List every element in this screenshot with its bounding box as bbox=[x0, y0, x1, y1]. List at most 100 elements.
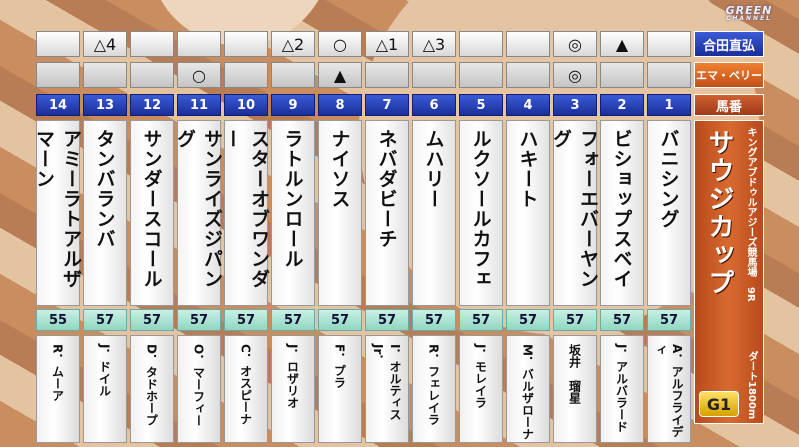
jockey-name: R．ムーア bbox=[36, 335, 80, 443]
carried-weight: 57 bbox=[412, 309, 456, 331]
post-number: 2 bbox=[600, 94, 644, 116]
jockey-name-text: J．アルバラード bbox=[614, 344, 629, 433]
horse-name-text: ムハリー bbox=[422, 129, 445, 209]
predictor-label-2: エマ・ベリー bbox=[694, 62, 764, 88]
jockey-name: C．オスピーナ bbox=[224, 335, 268, 443]
jockey-name: F．プラ bbox=[318, 335, 362, 443]
prediction-mark: △1 bbox=[365, 31, 409, 57]
horse-name-text: ルクソールカフェ bbox=[469, 129, 492, 289]
prediction-mark: △3 bbox=[412, 31, 456, 57]
prediction-mark bbox=[177, 31, 221, 57]
jockey-name-text: C．オスピーナ bbox=[238, 344, 253, 425]
horse-name: アミーラトアルザマーン bbox=[33, 120, 82, 306]
jockey-name: A．アルフライディ bbox=[647, 335, 691, 443]
prediction-mark bbox=[36, 31, 80, 57]
post-number: 3 bbox=[553, 94, 597, 116]
prediction-mark bbox=[130, 31, 174, 57]
prediction-mark bbox=[365, 62, 409, 88]
jockey-name-text: R．フェレイラ bbox=[426, 344, 441, 426]
prediction-mark bbox=[459, 31, 503, 57]
post-number: 10 bbox=[224, 94, 268, 116]
horse-name: ネバダビーチ bbox=[365, 120, 409, 306]
horse-name-text: サンダースコール bbox=[140, 129, 163, 289]
weight-row: 55 57 57 57 57 57 57 57 57 57 57 57 57 57 bbox=[36, 309, 694, 331]
channel-logo: GREEN CHANNEL bbox=[725, 4, 773, 22]
horse-name-text: タンバランバ bbox=[93, 129, 116, 249]
horse-name: スターオブワンダー bbox=[221, 120, 270, 306]
horse-name: フォーエバーヤング bbox=[550, 120, 599, 306]
horse-name: バニシング bbox=[647, 120, 691, 306]
jockey-name-text: M．バルザローナ bbox=[520, 344, 535, 440]
carried-weight: 57 bbox=[177, 309, 221, 331]
predictor-row-1: △4 △2 ○ △1 △3 ◎ ▲ bbox=[36, 31, 694, 57]
post-number: 12 bbox=[130, 94, 174, 116]
horse-name: サンダースコール bbox=[130, 120, 174, 306]
post-number: 7 bbox=[365, 94, 409, 116]
carried-weight: 57 bbox=[83, 309, 127, 331]
jockey-name: I．オルティスJr． bbox=[365, 335, 409, 443]
prediction-mark bbox=[412, 62, 456, 88]
carried-weight: 57 bbox=[600, 309, 644, 331]
horse-name: タンバランバ bbox=[83, 120, 127, 306]
horse-name-text: ネバダビーチ bbox=[375, 129, 398, 249]
jockey-name: J．アルバラード bbox=[600, 335, 644, 443]
prediction-mark bbox=[506, 31, 550, 57]
grade-badge: G1 bbox=[699, 391, 739, 417]
jockey-name: 坂井 瑠星 bbox=[553, 335, 597, 443]
carried-weight: 57 bbox=[553, 309, 597, 331]
jockey-name-text: I．オルティスJr． bbox=[371, 344, 402, 421]
prediction-mark bbox=[224, 31, 268, 57]
horse-name: ムハリー bbox=[412, 120, 456, 306]
prediction-mark bbox=[130, 62, 174, 88]
race-title: サウジカップ bbox=[704, 129, 734, 297]
carried-weight: 55 bbox=[36, 309, 80, 331]
jockey-name-text: J．ロザリオ bbox=[285, 344, 300, 409]
jockey-name: R．フェレイラ bbox=[412, 335, 456, 443]
jockey-row: R．ムーア J．ドイル D．タドホープ O．マーフィー C．オスピーナ J．ロザリオ F．プ… bbox=[36, 335, 694, 443]
horse-name-text: ラトルンロール bbox=[281, 129, 304, 269]
prediction-mark: ◎ bbox=[553, 31, 597, 57]
carried-weight: 57 bbox=[271, 309, 315, 331]
prediction-mark: ○ bbox=[318, 31, 362, 57]
post-number: 8 bbox=[318, 94, 362, 116]
horse-name-text: フォーエバーヤング bbox=[550, 129, 599, 289]
jockey-name-text: J．モレイラ bbox=[473, 344, 488, 409]
prediction-mark: ▲ bbox=[600, 31, 644, 57]
prediction-mark: △4 bbox=[83, 31, 127, 57]
race-info-panel: サウジカップ キングアブドゥルアジーズ競馬場 9R ダート1800m G1 bbox=[694, 120, 764, 424]
post-number-row: 14 13 12 11 10 9 8 7 6 5 4 3 2 1 bbox=[36, 94, 694, 116]
prediction-mark bbox=[647, 62, 691, 88]
prediction-mark bbox=[36, 62, 80, 88]
prediction-mark bbox=[224, 62, 268, 88]
prediction-mark: ○ bbox=[177, 62, 221, 88]
horse-name-row: アミーラトアルザマーン タンバランバ サンダースコール サンライズジパング スターオブワ… bbox=[33, 120, 694, 306]
jockey-name-text: 坂井 瑠星 bbox=[567, 344, 582, 404]
horse-name-text: ナイソス bbox=[328, 129, 351, 209]
jockey-name-text: D．タドホープ bbox=[144, 344, 159, 426]
prediction-mark bbox=[83, 62, 127, 88]
jockey-name-text: F．プラ bbox=[332, 344, 347, 389]
horse-name: ラトルンロール bbox=[271, 120, 315, 306]
prediction-mark bbox=[506, 62, 550, 88]
horse-name: ナイソス bbox=[318, 120, 362, 306]
post-number: 9 bbox=[271, 94, 315, 116]
horse-name: ルクソールカフェ bbox=[459, 120, 503, 306]
jockey-name: O．マーフィー bbox=[177, 335, 221, 443]
jockey-name: J．ロザリオ bbox=[271, 335, 315, 443]
carried-weight: 57 bbox=[365, 309, 409, 331]
post-number: 13 bbox=[83, 94, 127, 116]
post-number: 6 bbox=[412, 94, 456, 116]
horse-name: ビショップスベイ bbox=[600, 120, 644, 306]
carried-weight: 57 bbox=[224, 309, 268, 331]
carried-weight: 57 bbox=[459, 309, 503, 331]
horse-name: サンライズジパング bbox=[174, 120, 223, 306]
post-number-label: 馬番 bbox=[694, 94, 764, 116]
post-number: 4 bbox=[506, 94, 550, 116]
prediction-mark bbox=[600, 62, 644, 88]
jockey-name-text: O．マーフィー bbox=[191, 344, 206, 427]
prediction-mark: ◎ bbox=[553, 62, 597, 88]
jockey-name: M．バルザローナ bbox=[506, 335, 550, 443]
horse-name: ハキート bbox=[506, 120, 550, 306]
post-number: 11 bbox=[177, 94, 221, 116]
horse-name-text: サンライズジパング bbox=[174, 129, 223, 289]
